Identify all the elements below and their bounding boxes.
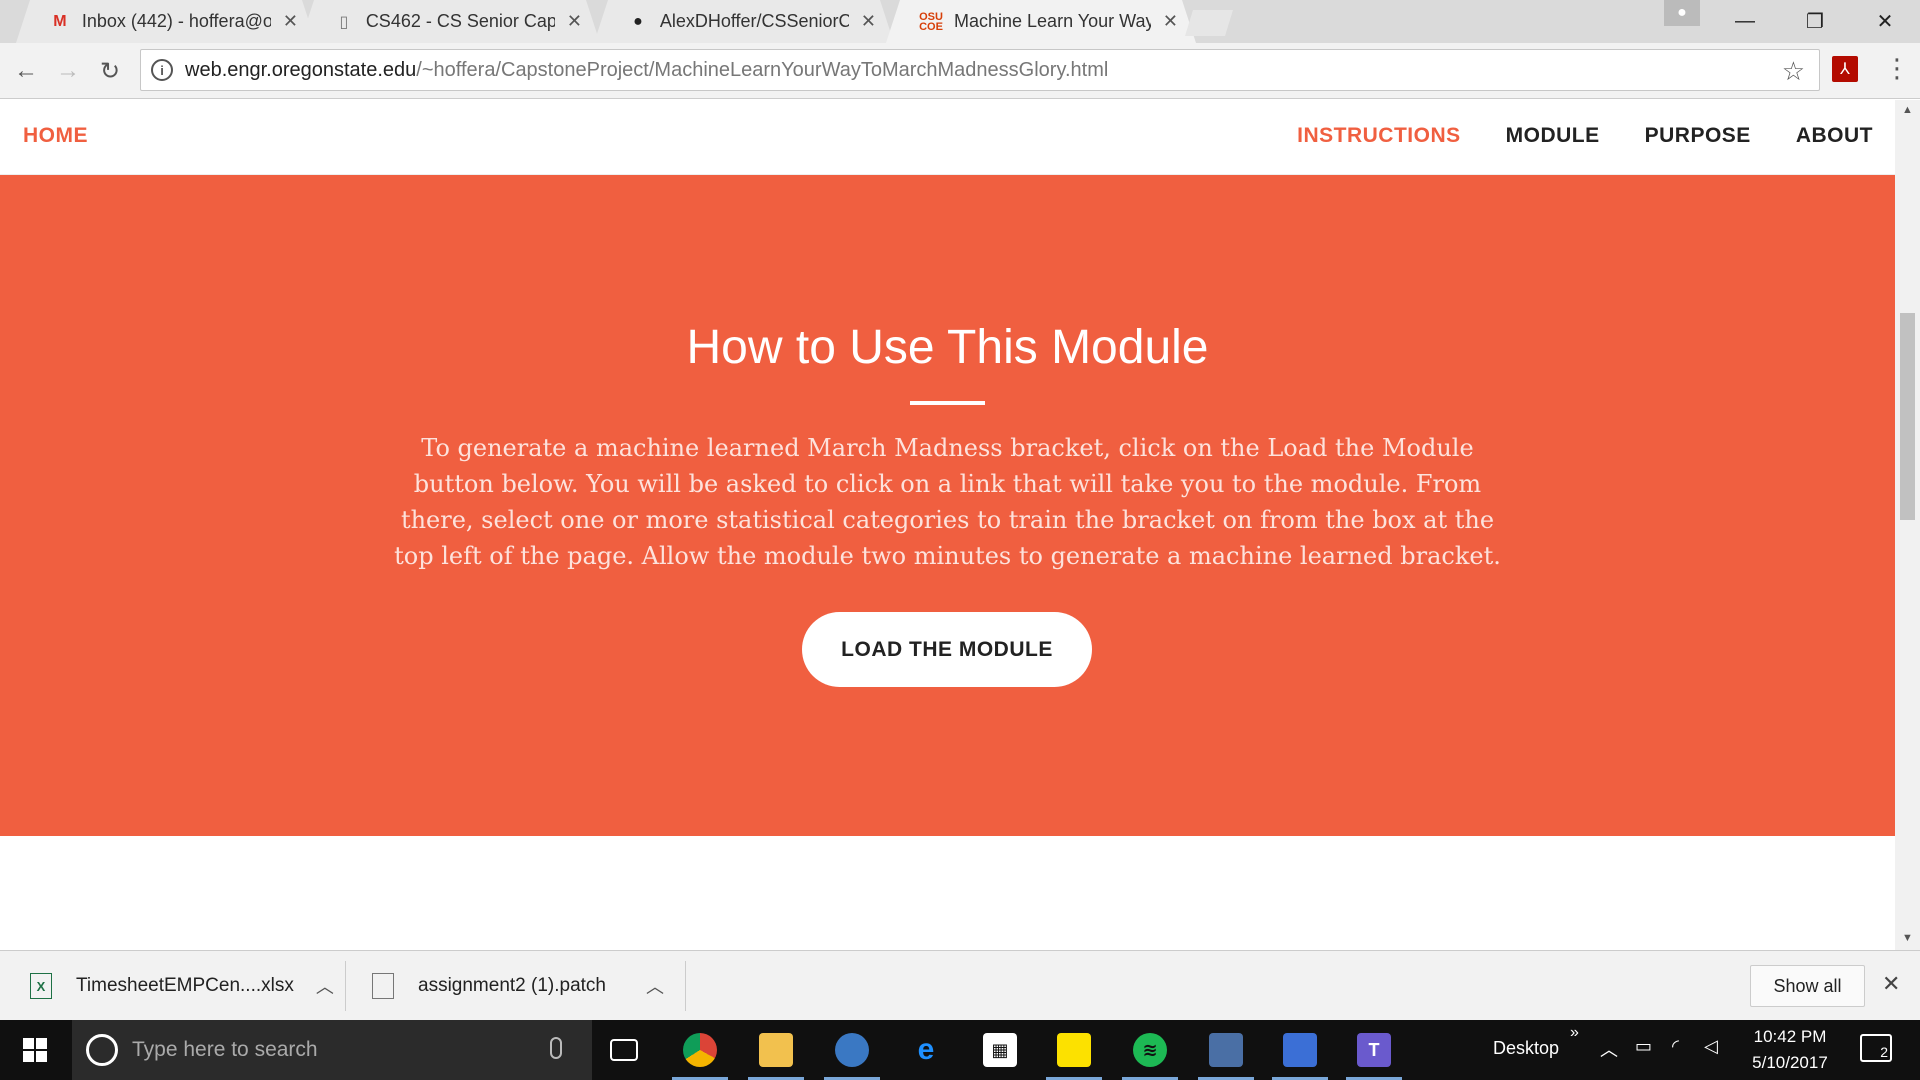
edge-icon[interactable]: e: [890, 1020, 962, 1080]
close-tab-icon[interactable]: ✕: [861, 11, 876, 32]
download-shelf: X TimesheetEMPCen....xlsx ︿ assignment2 …: [0, 950, 1920, 1020]
store-icon[interactable]: ▦: [964, 1020, 1036, 1080]
url-host: web.engr.oregonstate.edu: [185, 58, 417, 81]
acrobat-extension-icon[interactable]: ⅄: [1832, 56, 1858, 82]
page-viewport: HOME INSTRUCTIONS MODULE PURPOSE ABOUT H…: [0, 100, 1895, 950]
browser-toolbar: ← → ↻ i web.engr.oregonstate.edu/~hoffer…: [0, 43, 1920, 99]
close-window-icon[interactable]: ✕: [1850, 0, 1920, 43]
download-item[interactable]: assignment2 (1).patch ︿: [372, 951, 664, 1021]
close-tab-icon[interactable]: ✕: [567, 11, 582, 32]
instructions-text: To generate a machine learned March Madn…: [394, 434, 1501, 570]
divider: [685, 961, 686, 1011]
notifications-icon[interactable]: 2: [1860, 1034, 1892, 1062]
desktop-toolbar-label[interactable]: Desktop: [1493, 1038, 1559, 1059]
info-icon[interactable]: i: [151, 59, 173, 81]
excel-icon: X: [30, 973, 52, 999]
tab-cs462[interactable]: ▯ CS462 - CS Senior Capsto ✕: [300, 0, 600, 43]
close-tab-icon[interactable]: ✕: [1163, 11, 1178, 32]
windows-taskbar: Type here to search e ▦ ≋ T Desktop » ︿ …: [0, 1020, 1920, 1080]
scrollbar-thumb[interactable]: [1900, 313, 1915, 520]
back-icon[interactable]: ←: [10, 55, 42, 87]
download-filename: TimesheetEMPCen....xlsx: [76, 975, 294, 996]
scroll-up-icon[interactable]: ▲: [1902, 104, 1913, 116]
file-explorer-icon[interactable]: [740, 1020, 812, 1080]
minimize-icon[interactable]: —: [1710, 0, 1780, 43]
spotify-icon[interactable]: ≋: [1114, 1020, 1186, 1080]
restore-icon[interactable]: ❐: [1780, 0, 1850, 43]
nav-link-purpose[interactable]: PURPOSE: [1645, 124, 1751, 148]
search-placeholder: Type here to search: [132, 1038, 318, 1061]
remote-desktop-icon[interactable]: [1264, 1020, 1336, 1080]
tab-github[interactable]: ● AlexDHoffer/CSSeniorCa ✕: [594, 0, 894, 43]
volume-icon[interactable]: ◁: [1704, 1036, 1718, 1057]
nav-home-link[interactable]: HOME: [23, 124, 88, 148]
url-text: web.engr.oregonstate.edu/~hoffera/Capsto…: [185, 59, 1108, 82]
window-controls: — ❐ ✕: [1710, 0, 1920, 43]
chrome-icon[interactable]: [664, 1020, 736, 1080]
download-filename: assignment2 (1).patch: [418, 975, 606, 996]
file-icon: [372, 973, 394, 999]
chevron-up-icon[interactable]: ︿: [316, 973, 334, 999]
download-item[interactable]: X TimesheetEMPCen....xlsx ︿: [30, 951, 334, 1021]
thunderbird-icon[interactable]: [816, 1020, 888, 1080]
close-tab-icon[interactable]: ✕: [283, 11, 298, 32]
windows-start-icon[interactable]: [0, 1020, 70, 1080]
security-app-icon[interactable]: [1190, 1020, 1262, 1080]
tab-title: Inbox (442) - hoffera@or: [81, 11, 271, 31]
chevron-double-right-icon[interactable]: »: [1570, 1024, 1579, 1042]
sticky-notes-icon[interactable]: [1038, 1020, 1110, 1080]
chevron-up-icon[interactable]: ︿: [1600, 1036, 1618, 1062]
instructions-section: How to Use This Module To generate a mac…: [0, 175, 1895, 836]
nav-link-about[interactable]: ABOUT: [1796, 124, 1873, 148]
close-shelf-icon[interactable]: ✕: [1882, 971, 1900, 997]
taskbar-search[interactable]: Type here to search: [72, 1020, 592, 1080]
reload-icon[interactable]: ↻: [94, 55, 126, 87]
section-title: How to Use This Module: [686, 321, 1209, 374]
tab-strip: M Inbox (442) - hoffera@or ✕ ▯ CS462 - C…: [0, 0, 1920, 43]
clock-time: 10:42 PM: [1753, 1027, 1827, 1046]
tab-title: AlexDHoffer/CSSeniorCa: [659, 11, 849, 31]
osu-coe-icon: OSU COE: [919, 10, 943, 33]
microphone-icon[interactable]: [550, 1037, 562, 1059]
tab-title: CS462 - CS Senior Capsto: [365, 11, 555, 31]
new-tab-button[interactable]: [1185, 10, 1233, 36]
site-navbar: HOME INSTRUCTIONS MODULE PURPOSE ABOUT: [0, 100, 1895, 175]
title-divider: [910, 401, 985, 405]
tab-machine-learn[interactable]: OSU COE Machine Learn Your Way ✕: [886, 0, 1196, 43]
nav-link-module[interactable]: MODULE: [1506, 124, 1600, 148]
notification-count: 2: [1880, 1044, 1888, 1060]
tab-gmail[interactable]: M Inbox (442) - hoffera@or ✕: [16, 0, 316, 43]
chevron-up-icon[interactable]: ︿: [646, 973, 664, 999]
nav-link-instructions[interactable]: INSTRUCTIONS: [1297, 124, 1461, 148]
nav-links: INSTRUCTIONS MODULE PURPOSE ABOUT: [1297, 124, 1873, 148]
github-icon: ●: [633, 12, 643, 30]
texmaker-icon[interactable]: T: [1338, 1020, 1410, 1080]
forward-icon[interactable]: →: [52, 55, 84, 87]
address-bar[interactable]: i web.engr.oregonstate.edu/~hoffera/Caps…: [140, 49, 1820, 91]
scroll-down-icon[interactable]: ▼: [1902, 932, 1913, 944]
load-module-button[interactable]: LOAD THE MODULE: [802, 612, 1092, 687]
cortana-icon: [86, 1034, 118, 1066]
task-view-icon[interactable]: [588, 1020, 660, 1080]
system-clock[interactable]: 10:42 PM 5/10/2017: [1740, 1024, 1840, 1076]
wifi-icon[interactable]: ◜: [1672, 1036, 1679, 1057]
clock-date: 5/10/2017: [1752, 1053, 1828, 1072]
divider: [345, 961, 346, 1011]
battery-icon[interactable]: ▭: [1635, 1036, 1652, 1057]
document-icon: ▯: [339, 13, 349, 31]
bookmark-star-icon[interactable]: ☆: [1782, 56, 1805, 87]
show-all-button[interactable]: Show all: [1750, 965, 1865, 1007]
menu-icon[interactable]: ⋮: [1884, 55, 1910, 81]
page-scrollbar[interactable]: ▲ ▼: [1895, 100, 1920, 950]
profile-icon[interactable]: ●: [1664, 0, 1700, 26]
url-path: /~hoffera/CapstoneProject/MachineLearnYo…: [416, 58, 1109, 81]
tab-title: Machine Learn Your Way: [954, 11, 1151, 31]
gmail-icon: M: [53, 12, 67, 30]
